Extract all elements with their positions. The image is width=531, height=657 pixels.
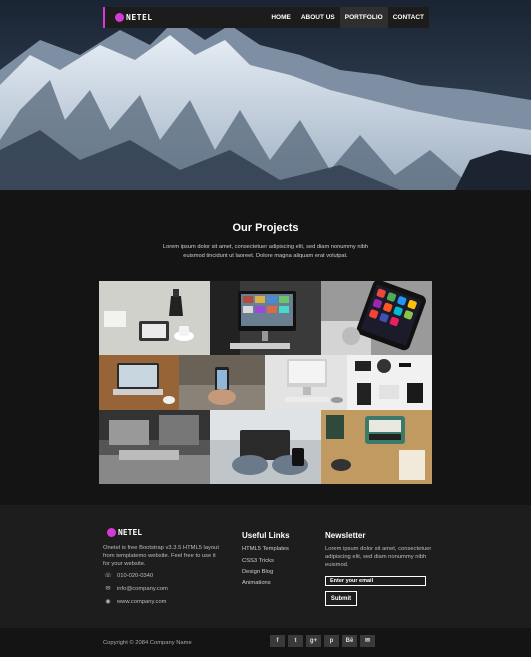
- footer-phone: ☏ 010-020-0340: [103, 572, 154, 580]
- project-tile-hands-laptop[interactable]: [210, 410, 321, 484]
- copyright-text: Copyright © 2084 Company Name: [103, 640, 192, 646]
- pinterest-icon[interactable]: p: [324, 635, 339, 647]
- footer-email-text[interactable]: info@company.com: [117, 586, 168, 592]
- footer-brand-name: NETEL: [118, 528, 143, 537]
- google-plus-icon[interactable]: g+: [306, 635, 321, 647]
- brand-name: NETEL: [126, 13, 153, 22]
- mountain-image: [0, 0, 531, 190]
- behance-icon[interactable]: Bē: [342, 635, 357, 647]
- useful-links-title: Useful Links: [242, 531, 290, 540]
- navbar: NETEL HOME ABOUT US PORTFOLIO CONTACT: [103, 7, 429, 28]
- projects-description: Lorem ipsum dolor sit amet, consectetuer…: [162, 244, 369, 259]
- project-tile-desk-coffee[interactable]: [99, 281, 210, 355]
- envelope-icon: ✉: [105, 586, 111, 592]
- project-tile-smartphone[interactable]: [321, 281, 432, 355]
- useful-link-design-blog[interactable]: Design Blog: [242, 569, 273, 575]
- nav-home[interactable]: HOME: [266, 7, 296, 28]
- phone-icon: ☏: [104, 573, 112, 579]
- project-tile-typewriter[interactable]: [321, 410, 432, 484]
- newsletter-email-input[interactable]: [325, 576, 426, 586]
- nav-menu: HOME ABOUT US PORTFOLIO CONTACT: [266, 7, 429, 28]
- project-tile-laptop-wood[interactable]: [99, 355, 179, 410]
- nav-about-us[interactable]: ABOUT US: [296, 7, 340, 28]
- footer-about-text: Onetel is free Bootstrap v3.3.5 HTML5 la…: [103, 545, 219, 567]
- useful-link-html5[interactable]: HTML5 Templates: [242, 546, 289, 552]
- project-tile-hand-phone[interactable]: [179, 355, 265, 410]
- footer-email[interactable]: ✉ info@company.com: [103, 585, 168, 593]
- nav-contact[interactable]: CONTACT: [388, 7, 429, 28]
- footer: [0, 505, 531, 628]
- hero-image: [0, 0, 531, 190]
- facebook-icon[interactable]: f: [270, 635, 285, 647]
- footer-logo-dot-icon: [107, 528, 116, 537]
- useful-link-css3[interactable]: CSS3 Tricks: [242, 558, 274, 564]
- newsletter-text: Lorem ipsum dolor sit amet, consectetuer…: [325, 546, 432, 568]
- twitter-icon[interactable]: t: [288, 635, 303, 647]
- footer-brand[interactable]: NETEL: [107, 528, 142, 537]
- globe-icon: ◉: [105, 599, 111, 605]
- footer-website-text[interactable]: www.company.com: [117, 599, 167, 605]
- nav-portfolio[interactable]: PORTFOLIO: [339, 7, 388, 28]
- project-tile-imac-workspace[interactable]: [265, 355, 347, 410]
- footer-phone-text: 010-020-0340: [117, 572, 154, 579]
- project-tile-imac-desk[interactable]: [210, 281, 321, 355]
- newsletter-title: Newsletter: [325, 531, 366, 540]
- bottom-bar: [0, 628, 531, 657]
- newsletter-submit-button[interactable]: Submit: [325, 591, 357, 606]
- projects-title: Our Projects: [232, 222, 299, 234]
- project-tile-stationery[interactable]: [347, 355, 432, 410]
- mail-icon[interactable]: ✉: [360, 635, 375, 647]
- footer-website[interactable]: ◉ www.company.com: [103, 598, 167, 606]
- project-tile-office-mono[interactable]: [99, 410, 210, 484]
- project-gallery: [99, 281, 432, 484]
- social-links: f t g+ p Bē ✉: [270, 635, 378, 647]
- useful-link-animations[interactable]: Animations: [242, 580, 271, 586]
- logo-dot-icon: [115, 13, 124, 22]
- brand-logo[interactable]: NETEL: [115, 13, 153, 22]
